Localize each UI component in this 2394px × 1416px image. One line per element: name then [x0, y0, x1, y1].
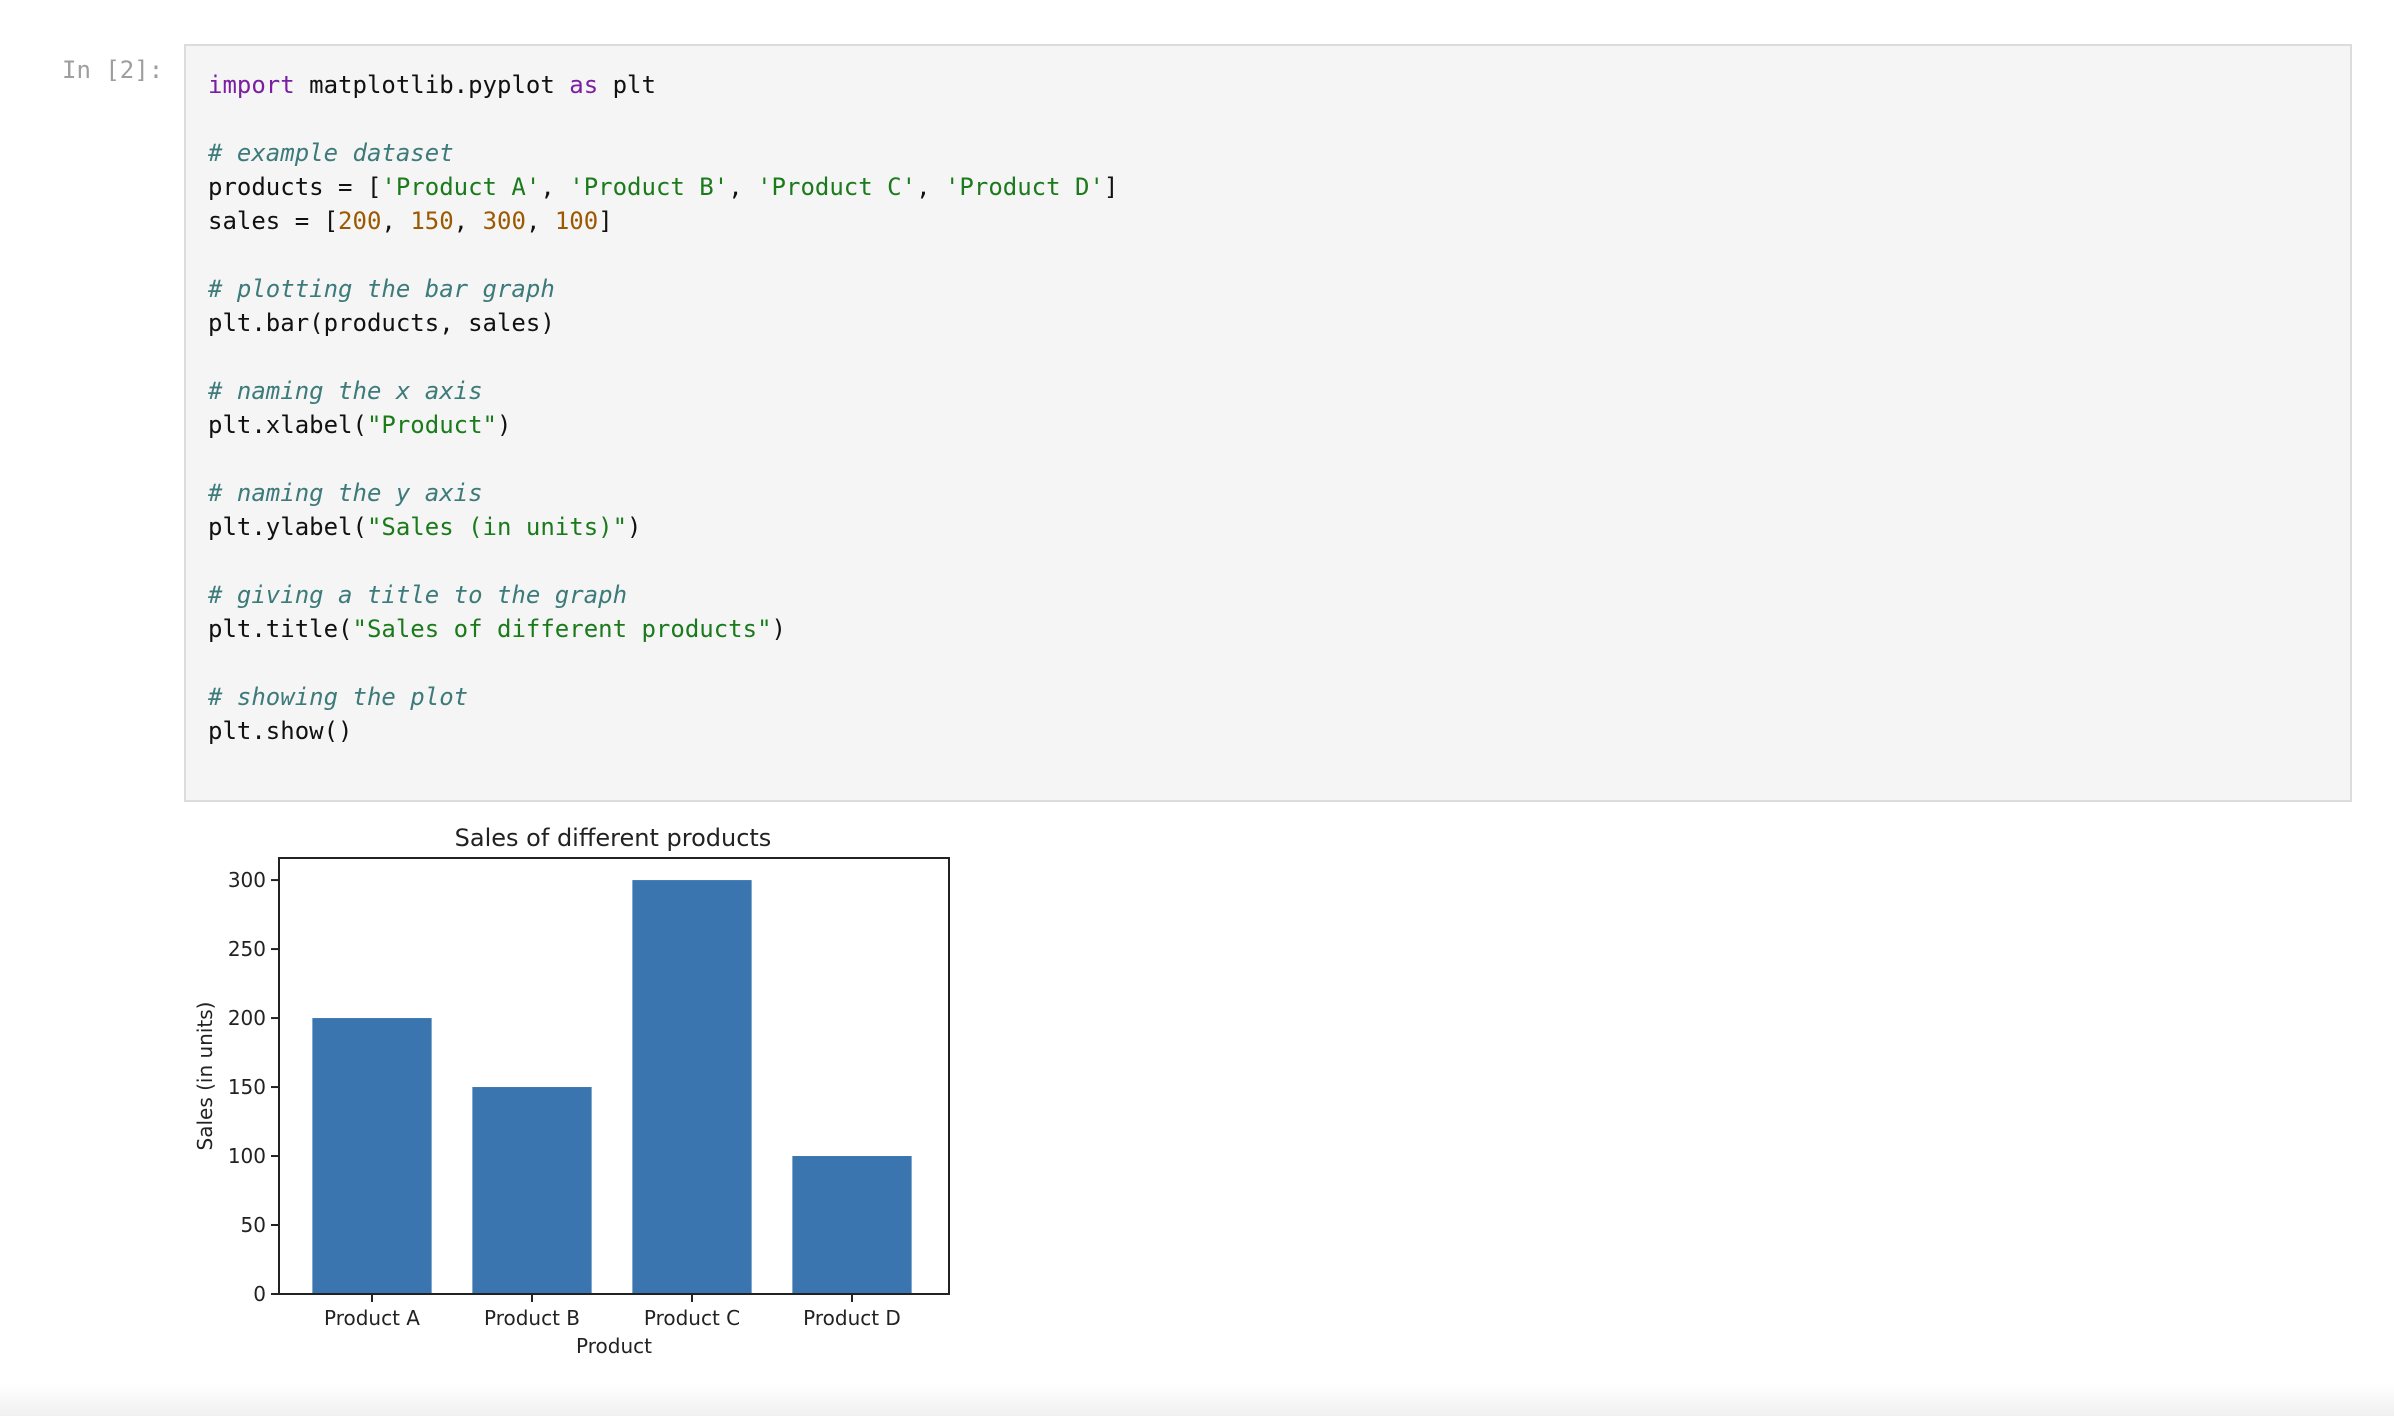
code-token: "Sales of different products" [352, 615, 772, 643]
x-tick-label: Product D [803, 1306, 901, 1330]
code-token: import [208, 71, 295, 99]
code-token: ] [598, 207, 613, 235]
code-token: , [540, 173, 570, 201]
code-token: 'Product B' [569, 173, 729, 201]
bottom-scroll-shadow [0, 1384, 2394, 1416]
bar-product-b [472, 1087, 592, 1294]
chart-title: Sales of different products [455, 824, 772, 852]
cell-output: Sales of different products 0 50 100 150 200… [184, 815, 984, 1375]
x-tick-label: Product C [644, 1306, 740, 1330]
code-token: , [453, 207, 483, 235]
code-token: products = [ [208, 173, 382, 201]
code-line: plt.title("Sales of different products") [208, 612, 1118, 646]
code-line: plt.ylabel("Sales (in units)") [208, 510, 1118, 544]
code-line: # giving a title to the graph [208, 578, 1118, 612]
y-tick-label: 300 [228, 868, 266, 892]
code-text[interactable]: import matplotlib.pyplot as plt # example… [208, 68, 1118, 748]
x-tick-label: Product B [484, 1306, 580, 1330]
code-token: "Sales (in units)" [366, 513, 628, 541]
code-token: , [381, 207, 411, 235]
code-token: sales = [ [208, 207, 339, 235]
code-token: 150 [410, 207, 454, 235]
code-token: plt [598, 71, 656, 99]
code-token: matplotlib.pyplot [294, 71, 570, 99]
y-tick-label: 250 [228, 937, 266, 961]
code-line: # naming the y axis [208, 476, 1118, 510]
code-token: ) [627, 513, 642, 541]
code-line: products = ['Product A', 'Product B', 'P… [208, 170, 1118, 204]
code-token: , [525, 207, 555, 235]
code-cell-editor[interactable]: import matplotlib.pyplot as plt # example… [184, 44, 2352, 802]
code-token: 'Product C' [757, 173, 917, 201]
y-tick-label: 100 [228, 1144, 266, 1168]
bar-product-d [792, 1156, 912, 1294]
code-token: plt.xlabel( [208, 411, 367, 439]
code-token: plt.ylabel( [208, 513, 367, 541]
x-axis-label: Product [576, 1334, 652, 1358]
code-token: # naming the x axis [208, 377, 483, 405]
code-line: # naming the x axis [208, 374, 1118, 408]
bar-chart: Sales of different products 0 50 100 150 200… [193, 824, 950, 1358]
x-tick-label: Product A [324, 1306, 420, 1330]
bar-product-c [632, 880, 752, 1294]
code-line: # plotting the bar graph [208, 272, 1118, 306]
code-token: ) [771, 615, 786, 643]
code-token: 'Product A' [381, 173, 541, 201]
y-tick-label: 0 [253, 1282, 266, 1306]
code-token: 300 [482, 207, 526, 235]
bar-product-a [312, 1018, 432, 1294]
y-tick-label: 50 [241, 1213, 266, 1237]
y-tick-label: 200 [228, 1006, 266, 1030]
code-token: , [916, 173, 945, 201]
code-line: import matplotlib.pyplot as plt [208, 68, 1118, 102]
code-token: 'Product D' [944, 173, 1104, 201]
code-token: # plotting the bar graph [208, 275, 555, 303]
code-token: 100 [554, 207, 599, 235]
code-line: plt.show() [208, 714, 1118, 748]
code-line: plt.bar(products, sales) [208, 306, 1118, 340]
code-token: 200 [338, 207, 382, 235]
code-token: ] [1103, 173, 1119, 201]
code-token: # giving a title to the graph [208, 581, 628, 609]
code-line: plt.xlabel("Product") [208, 408, 1118, 442]
code-token: , [728, 173, 758, 201]
code-token: "Product" [366, 411, 497, 439]
code-token: # naming the y axis [208, 479, 483, 507]
code-line: # example dataset [208, 136, 1118, 170]
y-axis-label: Sales (in units) [193, 1002, 217, 1151]
code-token: plt.show() [208, 717, 353, 745]
code-token: ) [497, 411, 512, 439]
code-token: plt.bar(products, sales) [208, 309, 555, 337]
code-line: sales = [200, 150, 300, 100] [208, 204, 1118, 238]
code-token: # example dataset [208, 139, 454, 167]
code-token: plt.title( [208, 615, 353, 643]
code-line: # showing the plot [208, 680, 1118, 714]
y-tick-label: 150 [228, 1075, 266, 1099]
code-token: as [569, 71, 599, 99]
cell-prompt: In [2]: [62, 56, 164, 84]
code-token: # showing the plot [208, 683, 469, 711]
